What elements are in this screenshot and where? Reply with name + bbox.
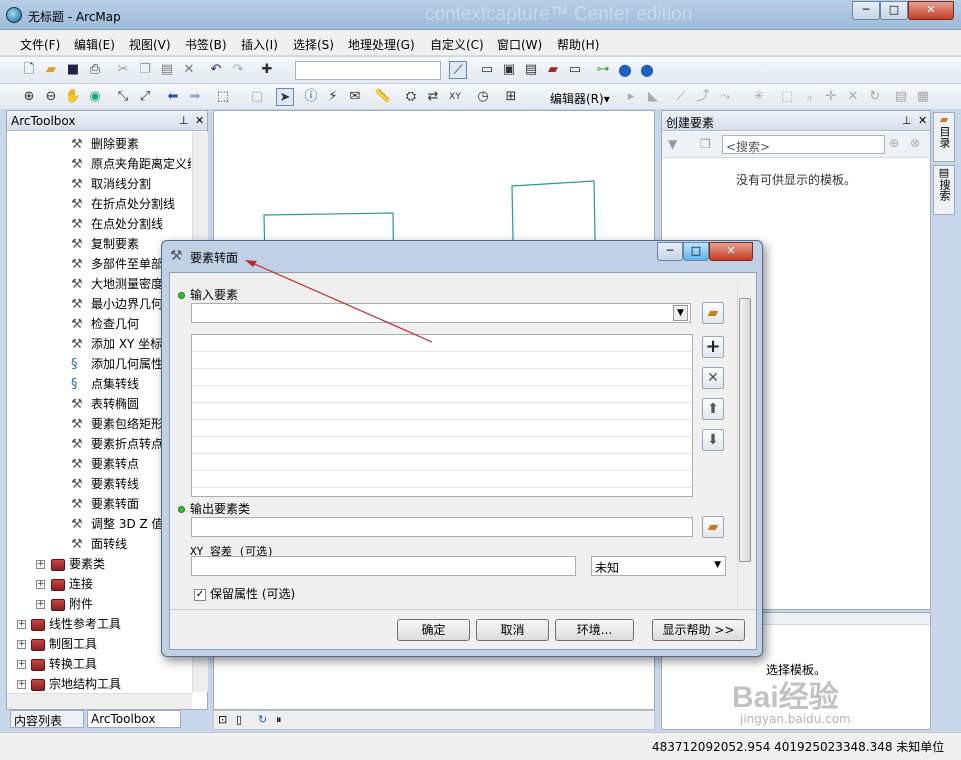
red-arrow-line: [249, 261, 433, 343]
coordinate-readout: 483712092052.954 401925023348.348 未知单位: [652, 740, 945, 754]
baidu-watermark-url: jingyan.baidu.com: [740, 712, 851, 726]
annotation-arrow-overlay: [245, 260, 433, 343]
baidu-watermark-logo: Bai经验: [732, 681, 839, 714]
red-arrowhead: [245, 260, 257, 267]
status-bar: 483712092052.954 401925023348.348 未知单位: [0, 732, 961, 760]
